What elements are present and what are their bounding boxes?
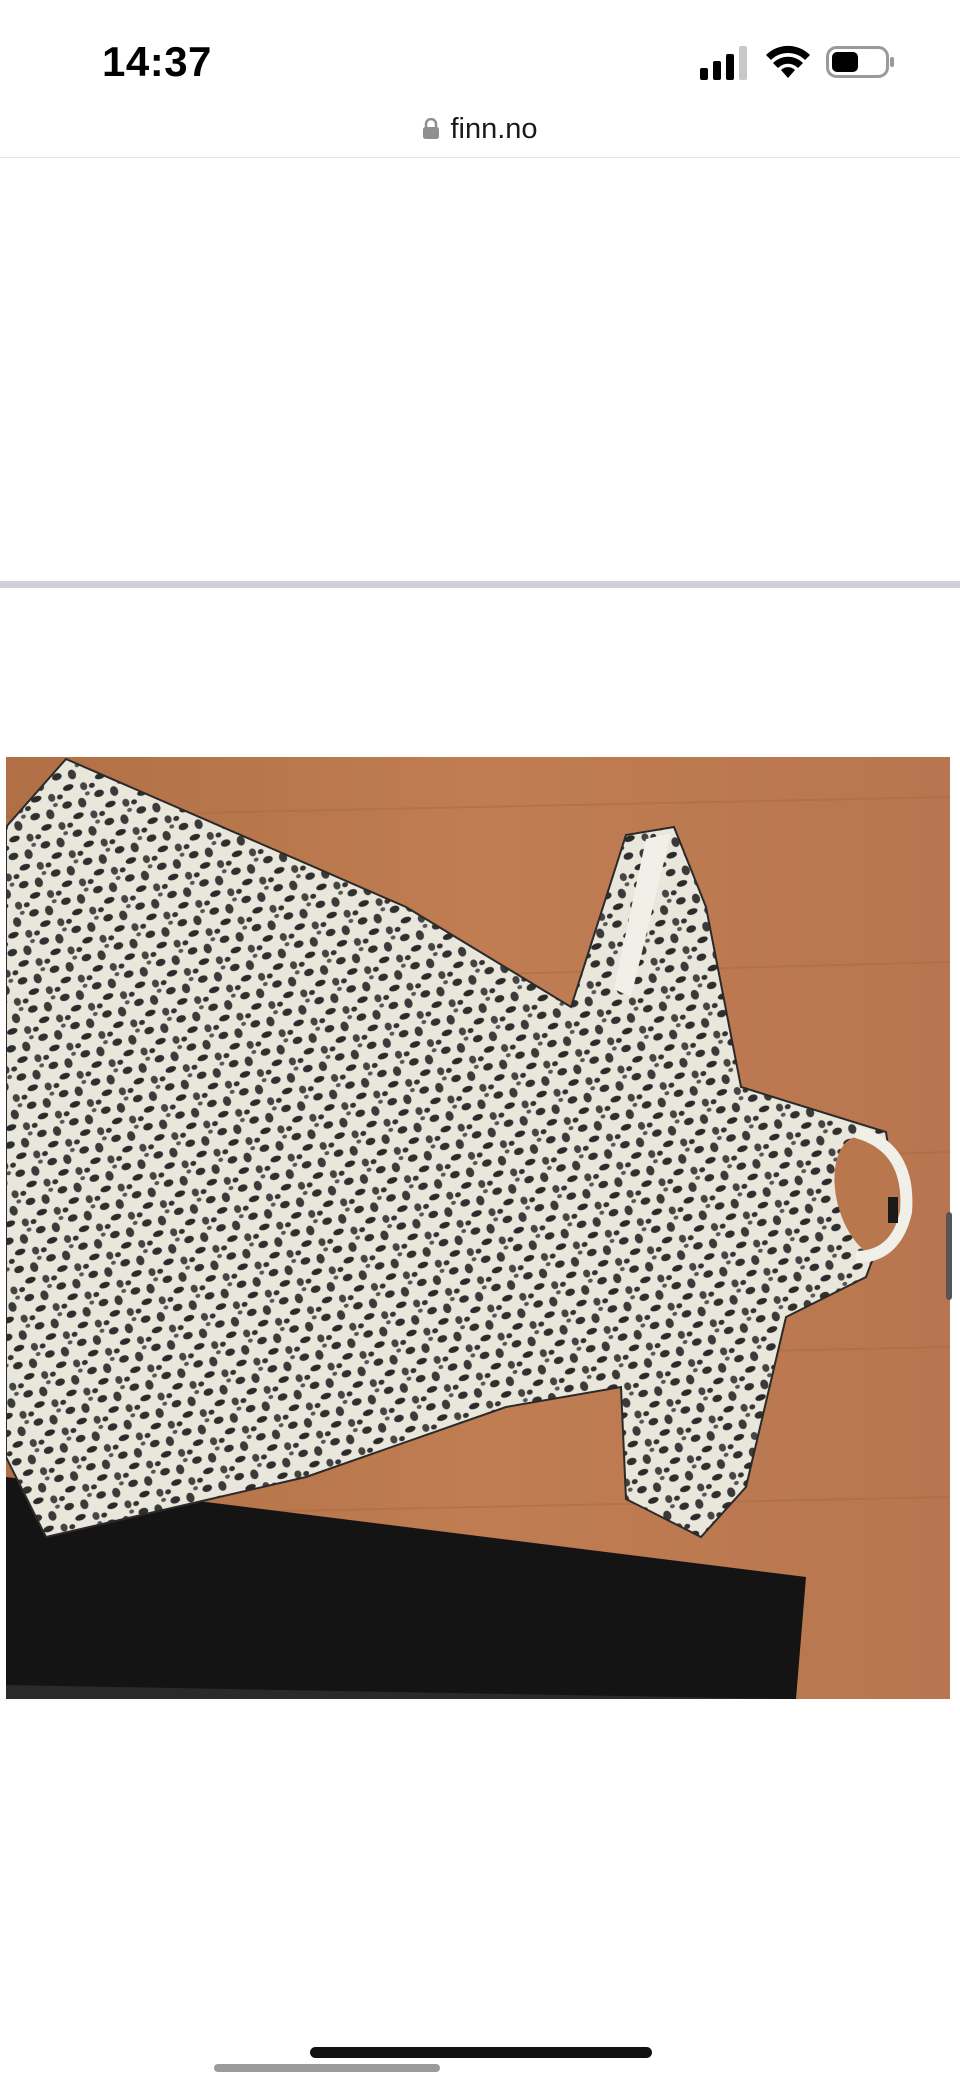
listing-photo[interactable] xyxy=(6,757,950,1699)
photo-scroll-indicator[interactable] xyxy=(946,1212,952,1300)
lock-icon xyxy=(423,118,440,139)
url-text[interactable]: finn.no xyxy=(450,113,537,146)
gallery-divider xyxy=(0,581,960,588)
address-bar[interactable]: finn.no xyxy=(0,100,960,158)
cellular-signal-icon xyxy=(700,46,747,80)
listing-photo-image xyxy=(6,757,950,1699)
wifi-icon xyxy=(766,45,810,78)
page-scroll-indicator xyxy=(214,2064,440,2072)
home-indicator[interactable] xyxy=(310,2047,652,2058)
address-bar-divider xyxy=(0,157,960,158)
status-bar: 14:37 xyxy=(0,0,960,100)
status-time: 14:37 xyxy=(102,38,212,85)
battery-icon xyxy=(826,46,894,78)
